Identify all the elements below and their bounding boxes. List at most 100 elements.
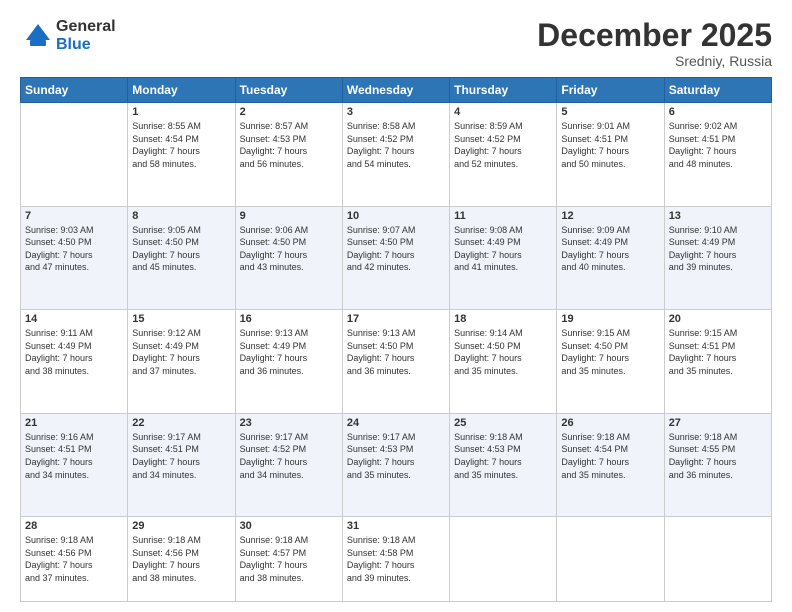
day-info: Sunrise: 9:18 AM Sunset: 4:58 PM Dayligh… <box>347 534 445 584</box>
table-row: 17 Sunrise: 9:13 AM Sunset: 4:50 PM Dayli… <box>342 310 449 414</box>
col-thursday: Thursday <box>450 78 557 103</box>
day-info: Sunrise: 9:07 AM Sunset: 4:50 PM Dayligh… <box>347 224 445 274</box>
day-number: 27 <box>669 417 767 429</box>
day-number: 11 <box>454 210 552 222</box>
table-row: 20Sunrise: 9:15 AM Sunset: 4:51 PM Dayli… <box>664 310 771 414</box>
calendar-week-row: 1Sunrise: 8:55 AM Sunset: 4:54 PM Daylig… <box>21 103 772 207</box>
table-row: 26Sunrise: 9:18 AM Sunset: 4:54 PM Dayli… <box>557 413 664 517</box>
day-info: Sunrise: 9:18 AM Sunset: 4:56 PM Dayligh… <box>25 534 123 584</box>
day-number: 30 <box>240 520 338 532</box>
title-area: December 2025 Sredniy, Russia <box>537 18 772 69</box>
table-row: 14Sunrise: 9:11 AM Sunset: 4:49 PM Dayli… <box>21 310 128 414</box>
table-row <box>557 517 664 602</box>
calendar-week-row: 14Sunrise: 9:11 AM Sunset: 4:49 PM Dayli… <box>21 310 772 414</box>
table-row <box>21 103 128 207</box>
table-row <box>450 517 557 602</box>
day-number: 21 <box>25 417 123 429</box>
day-info: Sunrise: 9:02 AM Sunset: 4:51 PM Dayligh… <box>669 120 767 170</box>
table-row: 25Sunrise: 9:18 AM Sunset: 4:53 PM Dayli… <box>450 413 557 517</box>
day-info: Sunrise: 9:17 AM Sunset: 4:53 PM Dayligh… <box>347 431 445 481</box>
day-number: 3 <box>347 106 445 118</box>
table-row: 8Sunrise: 9:05 AM Sunset: 4:50 PM Daylig… <box>128 206 235 310</box>
day-number: 7 <box>25 210 123 222</box>
day-number: 26 <box>561 417 659 429</box>
table-row: 28 Sunrise: 9:18 AM Sunset: 4:56 PM Dayli… <box>21 517 128 602</box>
month-title: December 2025 <box>537 18 772 53</box>
table-row <box>664 517 771 602</box>
table-row: 19Sunrise: 9:15 AM Sunset: 4:50 PM Dayli… <box>557 310 664 414</box>
table-row: 12Sunrise: 9:09 AM Sunset: 4:49 PM Dayli… <box>557 206 664 310</box>
day-info: Sunrise: 9:03 AM Sunset: 4:50 PM Dayligh… <box>25 224 123 274</box>
table-row: 21 Sunrise: 9:16 AM Sunset: 4:51 PM Dayli… <box>21 413 128 517</box>
day-number: 5 <box>561 106 659 118</box>
table-row: 3Sunrise: 8:58 AM Sunset: 4:52 PM Daylig… <box>342 103 449 207</box>
day-info: Sunrise: 9:01 AM Sunset: 4:51 PM Dayligh… <box>561 120 659 170</box>
calendar-table: Sunday Monday Tuesday Wednesday Thursday… <box>20 77 772 602</box>
day-info: Sunrise: 9:13 AM Sunset: 4:49 PM Dayligh… <box>240 327 338 377</box>
day-info: Sunrise: 8:59 AM Sunset: 4:52 PM Dayligh… <box>454 120 552 170</box>
table-row: 27 Sunrise: 9:18 AM Sunset: 4:55 PM Dayli… <box>664 413 771 517</box>
day-number: 9 <box>240 210 338 222</box>
day-number: 24 <box>347 417 445 429</box>
calendar-header-row: Sunday Monday Tuesday Wednesday Thursday… <box>21 78 772 103</box>
table-row: 15 Sunrise: 9:12 AM Sunset: 4:49 PM Dayli… <box>128 310 235 414</box>
table-row: 7 Sunrise: 9:03 AM Sunset: 4:50 PM Daylig… <box>21 206 128 310</box>
col-friday: Friday <box>557 78 664 103</box>
day-number: 6 <box>669 106 767 118</box>
day-info: Sunrise: 9:16 AM Sunset: 4:51 PM Dayligh… <box>25 431 123 481</box>
day-number: 16 <box>240 313 338 325</box>
calendar-week-row: 7 Sunrise: 9:03 AM Sunset: 4:50 PM Daylig… <box>21 206 772 310</box>
table-row: 10Sunrise: 9:07 AM Sunset: 4:50 PM Dayli… <box>342 206 449 310</box>
day-number: 22 <box>132 417 230 429</box>
table-row: 31 Sunrise: 9:18 AM Sunset: 4:58 PM Dayli… <box>342 517 449 602</box>
day-info: Sunrise: 9:08 AM Sunset: 4:49 PM Dayligh… <box>454 224 552 274</box>
day-number: 2 <box>240 106 338 118</box>
col-tuesday: Tuesday <box>235 78 342 103</box>
day-info: Sunrise: 9:12 AM Sunset: 4:49 PM Dayligh… <box>132 327 230 377</box>
day-info: Sunrise: 9:13 AM Sunset: 4:50 PM Dayligh… <box>347 327 445 377</box>
day-info: Sunrise: 9:10 AM Sunset: 4:49 PM Dayligh… <box>669 224 767 274</box>
logo: General Blue <box>20 18 116 54</box>
day-info: Sunrise: 9:18 AM Sunset: 4:55 PM Dayligh… <box>669 431 767 481</box>
calendar-week-row: 21 Sunrise: 9:16 AM Sunset: 4:51 PM Dayli… <box>21 413 772 517</box>
day-number: 19 <box>561 313 659 325</box>
table-row: 22 Sunrise: 9:17 AM Sunset: 4:51 PM Dayli… <box>128 413 235 517</box>
day-info: Sunrise: 9:06 AM Sunset: 4:50 PM Dayligh… <box>240 224 338 274</box>
day-info: Sunrise: 8:57 AM Sunset: 4:53 PM Dayligh… <box>240 120 338 170</box>
day-number: 12 <box>561 210 659 222</box>
day-info: Sunrise: 9:18 AM Sunset: 4:56 PM Dayligh… <box>132 534 230 584</box>
header: General Blue December 2025 Sredniy, Russ… <box>20 18 772 69</box>
location: Sredniy, Russia <box>537 53 772 69</box>
col-saturday: Saturday <box>664 78 771 103</box>
day-number: 17 <box>347 313 445 325</box>
day-number: 29 <box>132 520 230 532</box>
day-info: Sunrise: 9:14 AM Sunset: 4:50 PM Dayligh… <box>454 327 552 377</box>
day-info: Sunrise: 9:05 AM Sunset: 4:50 PM Dayligh… <box>132 224 230 274</box>
table-row: 6 Sunrise: 9:02 AM Sunset: 4:51 PM Daylig… <box>664 103 771 207</box>
day-number: 31 <box>347 520 445 532</box>
calendar-week-row: 28 Sunrise: 9:18 AM Sunset: 4:56 PM Dayli… <box>21 517 772 602</box>
day-number: 15 <box>132 313 230 325</box>
table-row: 30Sunrise: 9:18 AM Sunset: 4:57 PM Dayli… <box>235 517 342 602</box>
day-number: 23 <box>240 417 338 429</box>
table-row: 11 Sunrise: 9:08 AM Sunset: 4:49 PM Dayli… <box>450 206 557 310</box>
table-row: 23 Sunrise: 9:17 AM Sunset: 4:52 PM Dayli… <box>235 413 342 517</box>
col-monday: Monday <box>128 78 235 103</box>
logo-blue-text: Blue <box>56 36 116 54</box>
col-wednesday: Wednesday <box>342 78 449 103</box>
day-info: Sunrise: 9:17 AM Sunset: 4:52 PM Dayligh… <box>240 431 338 481</box>
day-info: Sunrise: 9:11 AM Sunset: 4:49 PM Dayligh… <box>25 327 123 377</box>
table-row: 9 Sunrise: 9:06 AM Sunset: 4:50 PM Daylig… <box>235 206 342 310</box>
col-sunday: Sunday <box>21 78 128 103</box>
table-row: 13Sunrise: 9:10 AM Sunset: 4:49 PM Dayli… <box>664 206 771 310</box>
logo-text: General Blue <box>56 18 116 53</box>
table-row: 2 Sunrise: 8:57 AM Sunset: 4:53 PM Daylig… <box>235 103 342 207</box>
logo-icon <box>20 18 56 54</box>
day-number: 28 <box>25 520 123 532</box>
day-info: Sunrise: 9:18 AM Sunset: 4:53 PM Dayligh… <box>454 431 552 481</box>
table-row: 24 Sunrise: 9:17 AM Sunset: 4:53 PM Dayli… <box>342 413 449 517</box>
logo-general-text: General <box>56 18 116 36</box>
day-info: Sunrise: 9:17 AM Sunset: 4:51 PM Dayligh… <box>132 431 230 481</box>
table-row: 1Sunrise: 8:55 AM Sunset: 4:54 PM Daylig… <box>128 103 235 207</box>
page: General Blue December 2025 Sredniy, Russ… <box>0 0 792 612</box>
